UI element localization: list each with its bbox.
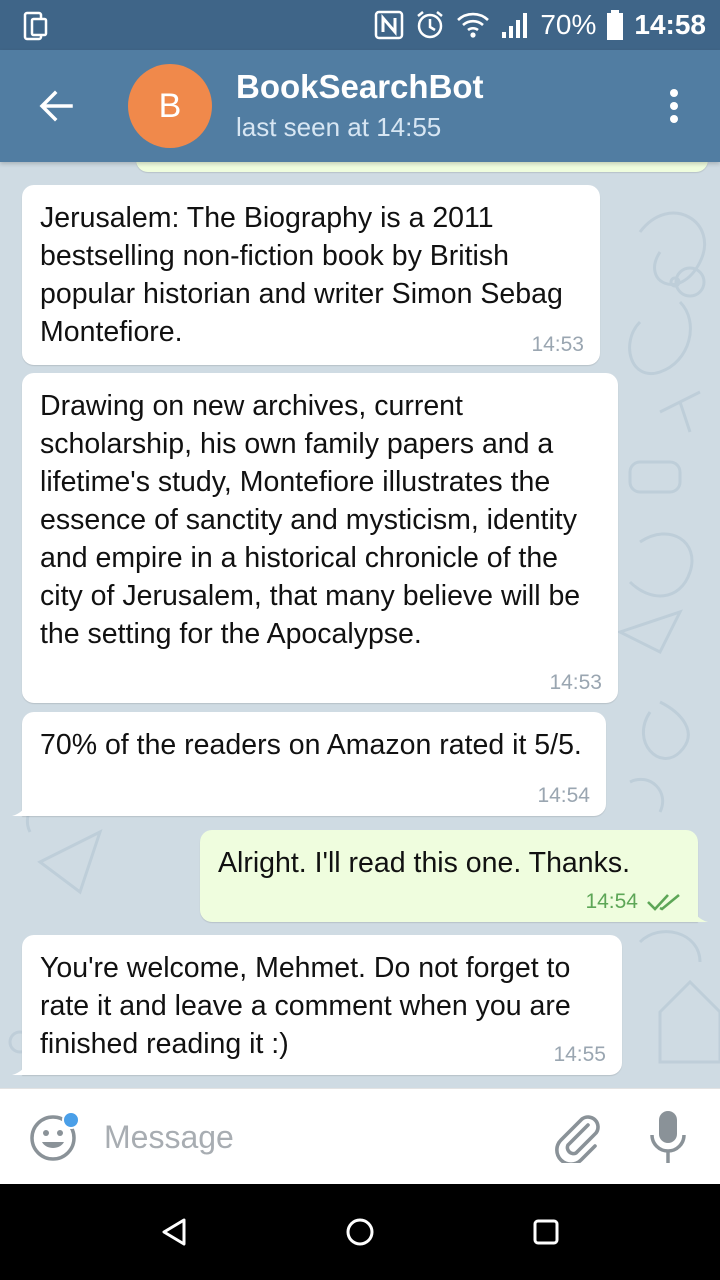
chat-header: B BookSearchBot last seen at 14:55 bbox=[0, 50, 720, 162]
read-checkmarks-icon bbox=[647, 893, 680, 911]
more-options-button[interactable] bbox=[654, 84, 694, 128]
message-time: 14:53 bbox=[549, 671, 602, 694]
signal-icon bbox=[500, 10, 530, 40]
bubble-tail bbox=[688, 904, 708, 922]
message-text: Jerusalem: The Biography is a 2011 bests… bbox=[40, 202, 563, 348]
last-seen-status: last seen at 14:55 bbox=[236, 112, 442, 142]
system-navigation-bar bbox=[0, 1184, 720, 1280]
bubble-tail bbox=[12, 798, 32, 816]
clock: 14:58 bbox=[634, 9, 706, 40]
nav-home-button[interactable] bbox=[336, 1208, 384, 1256]
message-text: Drawing on new archives, current scholar… bbox=[40, 390, 581, 650]
message-composer bbox=[0, 1088, 720, 1184]
wifi-icon bbox=[456, 10, 490, 40]
bubble-tail bbox=[12, 1057, 32, 1075]
message-time: 14:54 bbox=[585, 890, 638, 913]
message-list[interactable]: Jerusalem: The Biography is a 2011 bests… bbox=[0, 162, 720, 1088]
circle-home-icon bbox=[346, 1218, 374, 1246]
more-vert-icon bbox=[670, 89, 678, 123]
back-button[interactable] bbox=[30, 78, 82, 134]
triangle-back-icon bbox=[162, 1218, 186, 1246]
alarm-icon bbox=[414, 9, 446, 41]
microphone-icon bbox=[650, 1111, 686, 1163]
nfc-icon bbox=[374, 10, 404, 40]
voice-message-button[interactable] bbox=[648, 1109, 688, 1165]
message-bubble-incoming[interactable]: Drawing on new archives, current scholar… bbox=[22, 373, 618, 703]
message-text: 70% of the readers on Amazon rated it 5/… bbox=[40, 729, 582, 761]
message-bubble-incoming[interactable]: You're welcome, Mehmet. Do not forget to… bbox=[12, 935, 622, 1075]
attach-button[interactable] bbox=[552, 1111, 602, 1166]
telegram-chat-screen: 70% 14:58 B BookSearchBot last seen at 1… bbox=[0, 0, 720, 1280]
message-bubble-incoming[interactable]: Jerusalem: The Biography is a 2011 bests… bbox=[22, 185, 600, 365]
message-time: 14:54 bbox=[537, 784, 590, 807]
message-text: You're welcome, Mehmet. Do not forget to… bbox=[40, 952, 571, 1060]
nav-back-button[interactable] bbox=[150, 1208, 198, 1256]
message-bubble-outgoing[interactable]: Alright. I'll read this one. Thanks. 14:… bbox=[200, 830, 708, 922]
message-time: 14:53 bbox=[531, 333, 584, 356]
battery-percent: 70% bbox=[540, 9, 597, 40]
message-time: 14:55 bbox=[553, 1043, 606, 1066]
avatar[interactable]: B bbox=[128, 64, 212, 148]
message-text: Alright. I'll read this one. Thanks. bbox=[218, 847, 631, 879]
battery-icon bbox=[606, 10, 624, 40]
previous-outgoing-bubble bbox=[136, 162, 708, 172]
device-icon bbox=[22, 10, 52, 41]
chat-title[interactable]: BookSearchBot bbox=[236, 68, 484, 106]
new-stickers-badge bbox=[62, 1111, 80, 1129]
message-bubble-incoming[interactable]: 70% of the readers on Amazon rated it 5/… bbox=[12, 712, 606, 816]
square-recents-icon bbox=[533, 1219, 559, 1245]
back-arrow-icon bbox=[39, 90, 73, 122]
paperclip-icon bbox=[555, 1115, 600, 1166]
status-bar: 70% 14:58 bbox=[0, 0, 720, 50]
nav-recents-button[interactable] bbox=[522, 1208, 570, 1256]
message-input[interactable] bbox=[104, 1115, 524, 1159]
